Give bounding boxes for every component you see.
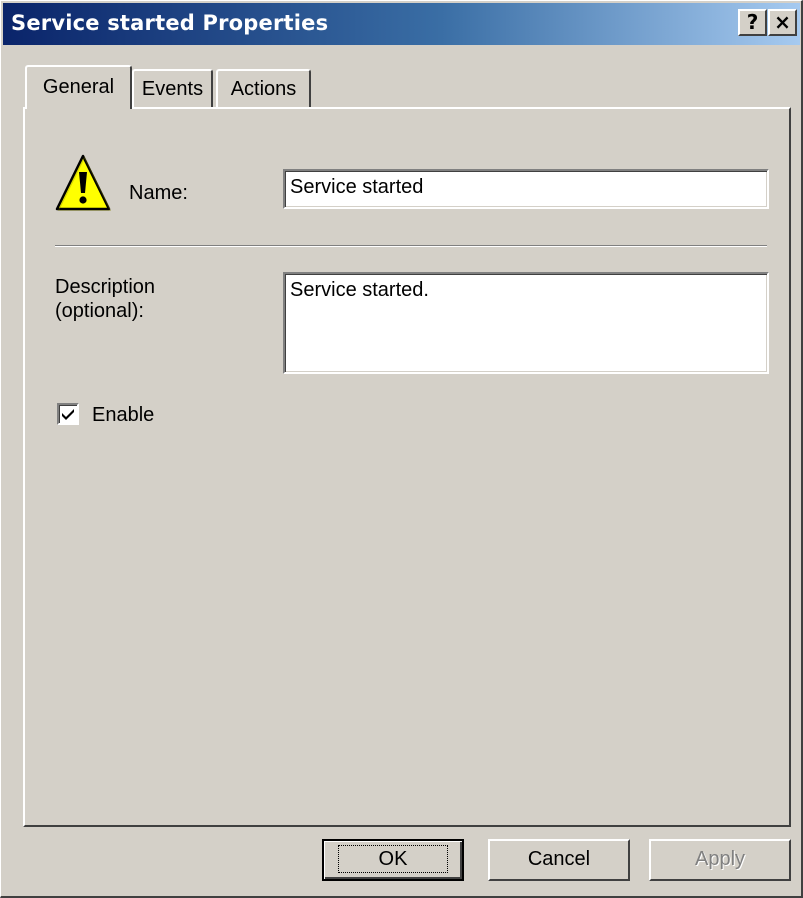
- tab-panel-general: [23, 107, 791, 827]
- cancel-button[interactable]: Cancel: [488, 839, 630, 881]
- name-label: Name:: [129, 182, 188, 204]
- tab-actions[interactable]: Actions: [216, 69, 311, 109]
- separator: [55, 245, 767, 247]
- title-bar[interactable]: Service started Properties ? ×: [3, 3, 800, 45]
- tab-general[interactable]: General: [25, 65, 132, 109]
- description-label-line2: (optional):: [55, 300, 144, 322]
- tab-events[interactable]: Events: [132, 69, 213, 109]
- apply-button[interactable]: Apply: [649, 839, 791, 881]
- ok-button-label: OK: [337, 845, 449, 873]
- tab-label: Events: [141, 78, 204, 100]
- description-label: Description (optional):: [55, 275, 155, 323]
- name-input[interactable]: Service started: [283, 169, 769, 209]
- close-button[interactable]: ×: [768, 9, 797, 36]
- help-button[interactable]: ?: [738, 9, 767, 36]
- help-icon: ?: [746, 10, 759, 34]
- close-icon: ×: [774, 10, 791, 34]
- warning-icon: [55, 154, 111, 211]
- description-label-line1: Description: [55, 276, 156, 298]
- properties-dialog: Service started Properties ? × Events Ac…: [0, 0, 803, 898]
- tab-label: General: [42, 76, 115, 98]
- enable-label[interactable]: Enable: [92, 403, 154, 427]
- checkmark-icon: [62, 409, 74, 420]
- enable-checkbox[interactable]: [57, 403, 79, 425]
- tab-label: Actions: [230, 78, 297, 100]
- window-title: Service started Properties: [11, 11, 329, 35]
- description-textarea[interactable]: Service started.: [283, 272, 769, 374]
- ok-button[interactable]: OK: [322, 839, 464, 881]
